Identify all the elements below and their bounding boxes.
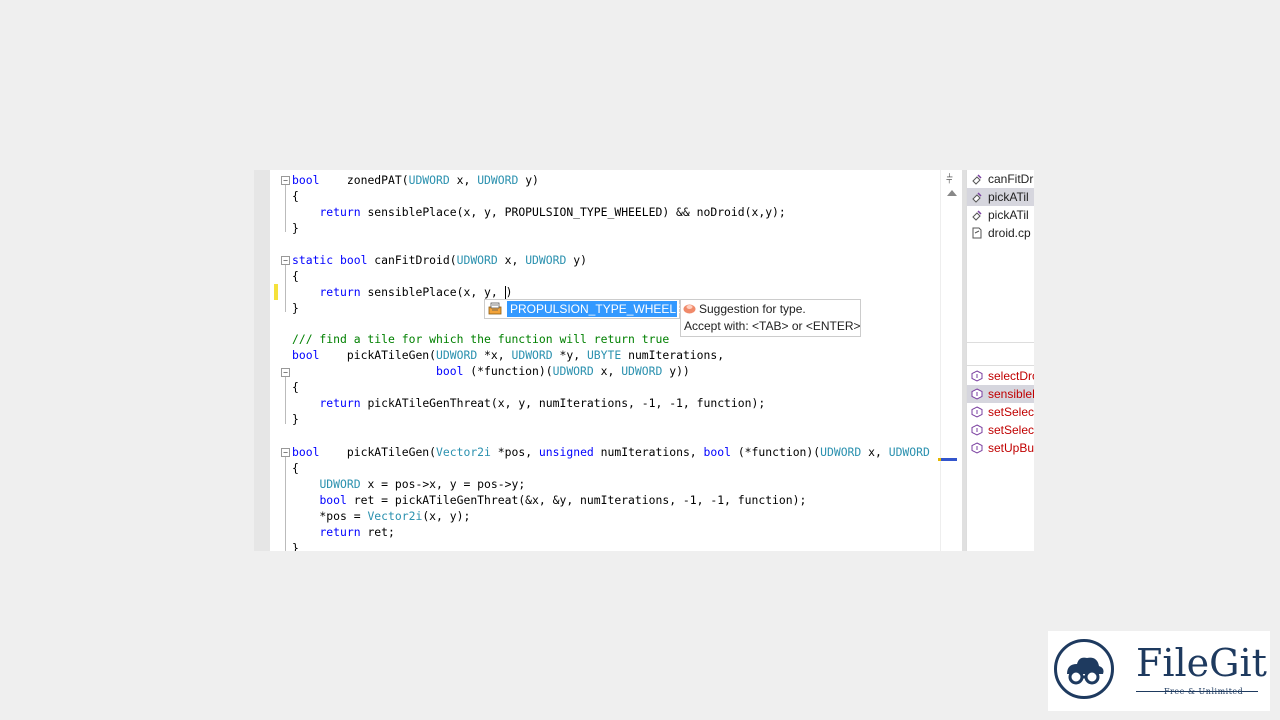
outline-item-label: pickATil: [988, 208, 1029, 222]
member-icon: [971, 388, 983, 400]
member-icon: [971, 370, 983, 382]
code-line-active: return sensiblePlace(x, y, ): [319, 285, 513, 299]
member-item-label: setUpBu: [988, 441, 1034, 455]
code-line: bool pickATileGen(UDWORD *x, UDWORD *y, …: [292, 348, 725, 362]
code-line: {: [292, 269, 299, 283]
code-line: return pickATileGenThreat(x, y, numItera…: [319, 396, 766, 410]
member-item-label: setSelect: [988, 405, 1034, 419]
outline-item[interactable]: droid.cp: [967, 224, 1034, 242]
code-line: {: [292, 380, 299, 394]
fold-toggle-icon[interactable]: −: [281, 176, 290, 185]
code-line: bool zonedPAT(UDWORD x, UDWORD y): [292, 173, 539, 187]
code-comment: /// find a tile for which the function w…: [292, 332, 670, 346]
code-area[interactable]: − − − − bool zonedPAT(UDWORD x, UDWORD y…: [270, 170, 941, 551]
fold-guide: [285, 265, 286, 312]
tooltip-hint: Accept with: <TAB> or <ENTER>: [684, 319, 861, 333]
function-icon: [972, 210, 982, 221]
code-line: bool ret = pickATileGenThreat(&x, &y, nu…: [319, 493, 807, 507]
code-line: }: [292, 412, 299, 426]
split-view-icon[interactable]: ⫩: [946, 173, 958, 185]
outline-search-box[interactable]: [967, 342, 1034, 366]
outline-item[interactable]: pickATil: [967, 206, 1034, 224]
filegit-logo: FileGit Free & Unlimited: [1048, 631, 1270, 711]
scrollbar-position-marker[interactable]: [941, 458, 957, 461]
line-change-marker: [274, 284, 278, 300]
member-item-label: setSelect: [988, 423, 1034, 437]
member-item-label: selectDro: [988, 369, 1034, 383]
code-line: UDWORD x = pos->x, y = pos->y;: [319, 477, 526, 491]
outline-item-label: canFitDr: [988, 172, 1034, 186]
outline-panel: canFitDr pickATil pickATil droid.cp sele…: [966, 170, 1034, 551]
code-line: static bool canFitDroid(UDWORD x, UDWORD…: [292, 253, 587, 267]
logo-tagline: Free & Unlimited: [1164, 687, 1244, 696]
outline-item[interactable]: canFitDr: [967, 170, 1034, 188]
fold-toggle-icon[interactable]: −: [281, 256, 290, 265]
editor-left-margin: [254, 170, 270, 551]
code-line: }: [292, 541, 299, 551]
code-line: return sensiblePlace(x, y, PROPULSION_TY…: [319, 205, 786, 219]
outline-item-label: pickATil: [988, 190, 1029, 204]
code-line: return ret;: [319, 525, 395, 539]
code-line: {: [292, 461, 299, 475]
function-icon: [972, 174, 982, 185]
tooltip-title: Suggestion for type.: [699, 302, 806, 316]
autocomplete-item-selected[interactable]: PROPULSION_TYPE_WHEELED: [507, 301, 693, 317]
code-line: {: [292, 189, 299, 203]
member-item-label: sensibleF: [988, 387, 1034, 401]
outline-item-selected[interactable]: pickATil: [967, 188, 1034, 206]
suggestion-tooltip: Suggestion for type. Accept with: <TAB> …: [680, 299, 861, 337]
outline-item-label: droid.cp: [988, 226, 1031, 240]
code-line: }: [292, 221, 299, 235]
fold-toggle-icon[interactable]: −: [281, 448, 290, 457]
code-line: bool (*function)(UDWORD x, UDWORD y)): [436, 364, 690, 378]
function-icon: [972, 192, 982, 203]
fold-guide: [285, 457, 286, 551]
code-line: *pos = Vector2i(x, y);: [292, 509, 471, 523]
member-item[interactable]: selectDro: [967, 367, 1034, 385]
member-icon: [971, 406, 983, 418]
autocomplete-popup[interactable]: PROPULSION_TYPE_WHEELED: [484, 299, 693, 319]
logo-brand-text: FileGit: [1136, 641, 1267, 685]
member-icon: [971, 424, 983, 436]
fold-guide: [285, 185, 286, 232]
suggestion-bulb-icon: [683, 304, 696, 314]
code-line: bool pickATileGen(Vector2i *pos, unsigne…: [292, 445, 930, 459]
enum-member-icon: [488, 302, 502, 315]
cloud-glasses-icon: [1054, 639, 1114, 699]
fold-guide: [285, 377, 286, 424]
member-item[interactable]: setUpBu: [967, 439, 1034, 457]
code-editor-window: − − − − bool zonedPAT(UDWORD x, UDWORD y…: [254, 170, 1034, 551]
file-icon: [972, 227, 982, 239]
member-icon: [971, 442, 983, 454]
code-line: }: [292, 301, 299, 315]
fold-toggle-icon[interactable]: −: [281, 368, 290, 377]
text-cursor: [504, 286, 506, 299]
member-item-selected[interactable]: sensibleF: [967, 385, 1034, 403]
member-item[interactable]: setSelect: [967, 421, 1034, 439]
member-item[interactable]: setSelect: [967, 403, 1034, 421]
scroll-up-arrow-icon[interactable]: [947, 190, 957, 196]
